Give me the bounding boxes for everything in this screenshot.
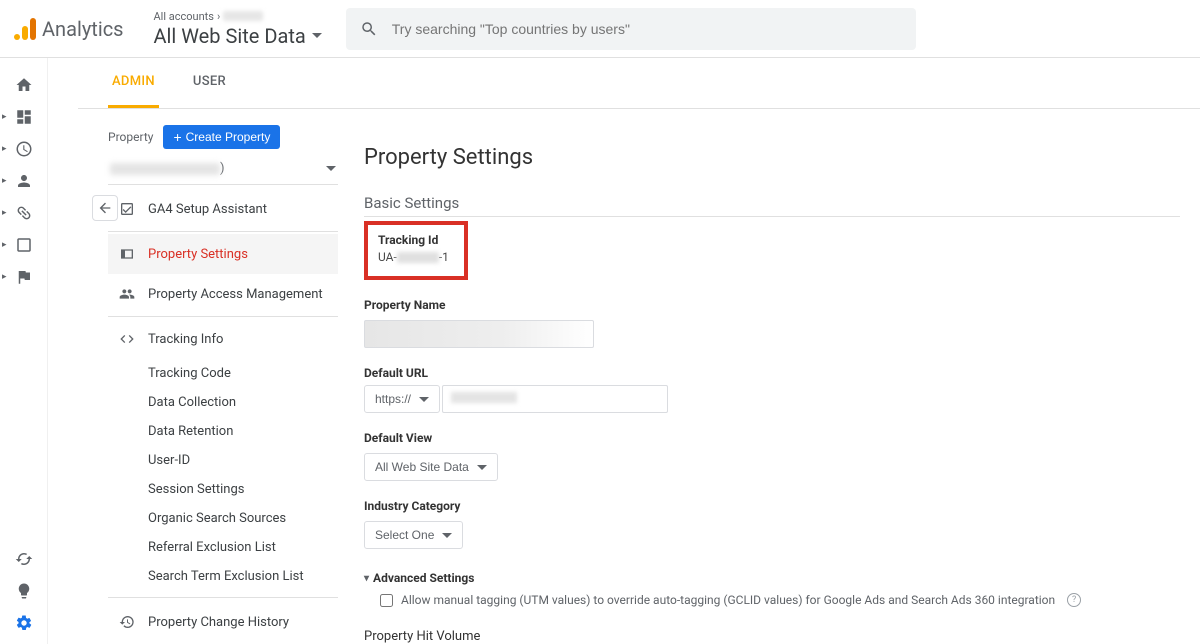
people-icon [118, 286, 136, 302]
property-selector[interactable]: ) [108, 157, 338, 185]
rail-behavior[interactable] [4, 230, 44, 260]
admin-tabs: ADMIN USER [78, 58, 1200, 109]
tracking-id-redacted [397, 252, 439, 263]
default-url-input[interactable] [442, 385, 668, 413]
rail-reports[interactable] [4, 102, 44, 132]
page-title: Property Settings [364, 145, 1180, 170]
tracking-submenu: Tracking Code Data Collection Data Reten… [108, 359, 338, 598]
manual-tagging-label: Allow manual tagging (UTM values) to ove… [401, 593, 1055, 607]
view-name: All Web Site Data [154, 24, 306, 48]
search-bar[interactable] [346, 8, 916, 50]
create-property-button[interactable]: + Create Property [163, 125, 280, 149]
manual-tagging-checkbox[interactable] [380, 594, 393, 607]
rail-attribution[interactable] [4, 544, 44, 574]
advanced-settings-toggle[interactable]: ▾ Advanced Settings [364, 571, 1180, 585]
url-redacted [451, 392, 517, 403]
caret-down-icon [419, 397, 429, 402]
property-column: Property + Create Property ) GA4 Setup A… [108, 125, 338, 644]
nav-tracking-label: Tracking Info [148, 332, 223, 347]
nav-change-history[interactable]: Property Change History [108, 602, 338, 642]
analytics-logo-icon [12, 16, 38, 42]
history-icon [118, 614, 136, 630]
breadcrumb-account-redacted [223, 11, 263, 21]
default-view-label: Default View [364, 431, 1180, 445]
tracking-id-label: Tracking Id [378, 233, 454, 247]
back-button[interactable] [92, 195, 118, 221]
property-name-label: Property Name [364, 298, 1180, 312]
tracking-id-value: UA--1 [378, 250, 454, 264]
property-name-input[interactable] [364, 320, 594, 348]
rail-conversions[interactable] [4, 262, 44, 292]
property-nav: GA4 Setup Assistant Property Settings Pr… [108, 189, 338, 642]
breadcrumb-root: All accounts [154, 10, 214, 23]
plus-icon: + [173, 130, 181, 144]
nav-session-settings[interactable]: Session Settings [108, 475, 338, 504]
nav-searchterm-exclusion[interactable]: Search Term Exclusion List [108, 562, 338, 591]
property-label: Property [108, 130, 153, 144]
property-name-redacted [110, 163, 220, 175]
left-rail [0, 58, 48, 644]
caret-down-icon: ▾ [364, 573, 369, 584]
caret-down-icon [477, 465, 487, 470]
nav-property-access[interactable]: Property Access Management [108, 274, 338, 314]
nav-settings-label: Property Settings [148, 247, 248, 262]
header: Analytics All accounts › All Web Site Da… [0, 0, 1200, 58]
layout-icon [118, 246, 136, 262]
rail-acquisition[interactable] [4, 198, 44, 228]
industry-select[interactable]: Select One [364, 521, 463, 549]
create-property-label: Create Property [186, 130, 271, 144]
breadcrumb-sep-icon: › [217, 10, 220, 23]
rail-home[interactable] [4, 70, 44, 100]
nav-organic-sources[interactable]: Organic Search Sources [108, 504, 338, 533]
rail-audience[interactable] [4, 166, 44, 196]
account-selector[interactable]: All accounts › All Web Site Data [154, 10, 322, 48]
rail-realtime[interactable] [4, 134, 44, 164]
default-view-select[interactable]: All Web Site Data [364, 453, 498, 481]
caret-down-icon [312, 33, 322, 38]
nav-data-retention[interactable]: Data Retention [108, 417, 338, 446]
industry-label: Industry Category [364, 499, 1180, 513]
rail-admin[interactable] [4, 608, 44, 638]
tab-user[interactable]: USER [189, 58, 230, 108]
check-square-icon [118, 201, 136, 217]
property-hit-volume-header: Property Hit Volume [364, 629, 1180, 644]
nav-tracking-code[interactable]: Tracking Code [108, 359, 338, 388]
nav-user-id[interactable]: User-ID [108, 446, 338, 475]
help-icon[interactable]: ? [1067, 593, 1081, 607]
main-panel: Property Settings Basic Settings Trackin… [338, 125, 1200, 644]
nav-tracking-info[interactable]: Tracking Info [108, 319, 338, 359]
tracking-id-highlight: Tracking Id UA--1 [364, 221, 468, 280]
basic-settings-header: Basic Settings [364, 194, 1180, 217]
caret-down-icon [326, 166, 336, 171]
search-input[interactable] [392, 21, 902, 37]
nav-property-settings[interactable]: Property Settings [108, 234, 338, 274]
nav-ga4-label: GA4 Setup Assistant [148, 202, 267, 217]
default-url-label: Default URL [364, 366, 1180, 380]
code-icon [118, 331, 136, 347]
url-scheme-select[interactable]: https:// [364, 385, 440, 413]
tab-admin[interactable]: ADMIN [108, 58, 159, 108]
advanced-label: Advanced Settings [373, 571, 474, 585]
nav-access-label: Property Access Management [148, 287, 323, 302]
caret-down-icon [442, 533, 452, 538]
search-icon [360, 20, 378, 38]
nav-history-label: Property Change History [148, 615, 289, 630]
nav-ga4-setup[interactable]: GA4 Setup Assistant [108, 189, 338, 229]
product-name: Analytics [42, 17, 124, 41]
nav-referral-exclusion[interactable]: Referral Exclusion List [108, 533, 338, 562]
nav-data-collection[interactable]: Data Collection [108, 388, 338, 417]
logo[interactable]: Analytics [12, 16, 124, 42]
